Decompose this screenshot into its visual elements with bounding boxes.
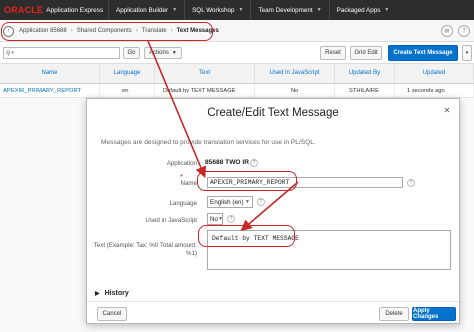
annotation-arrow-to-name (147, 40, 207, 178)
annotation-arrows (147, 40, 299, 232)
annotation-arrow-to-text (240, 181, 299, 232)
